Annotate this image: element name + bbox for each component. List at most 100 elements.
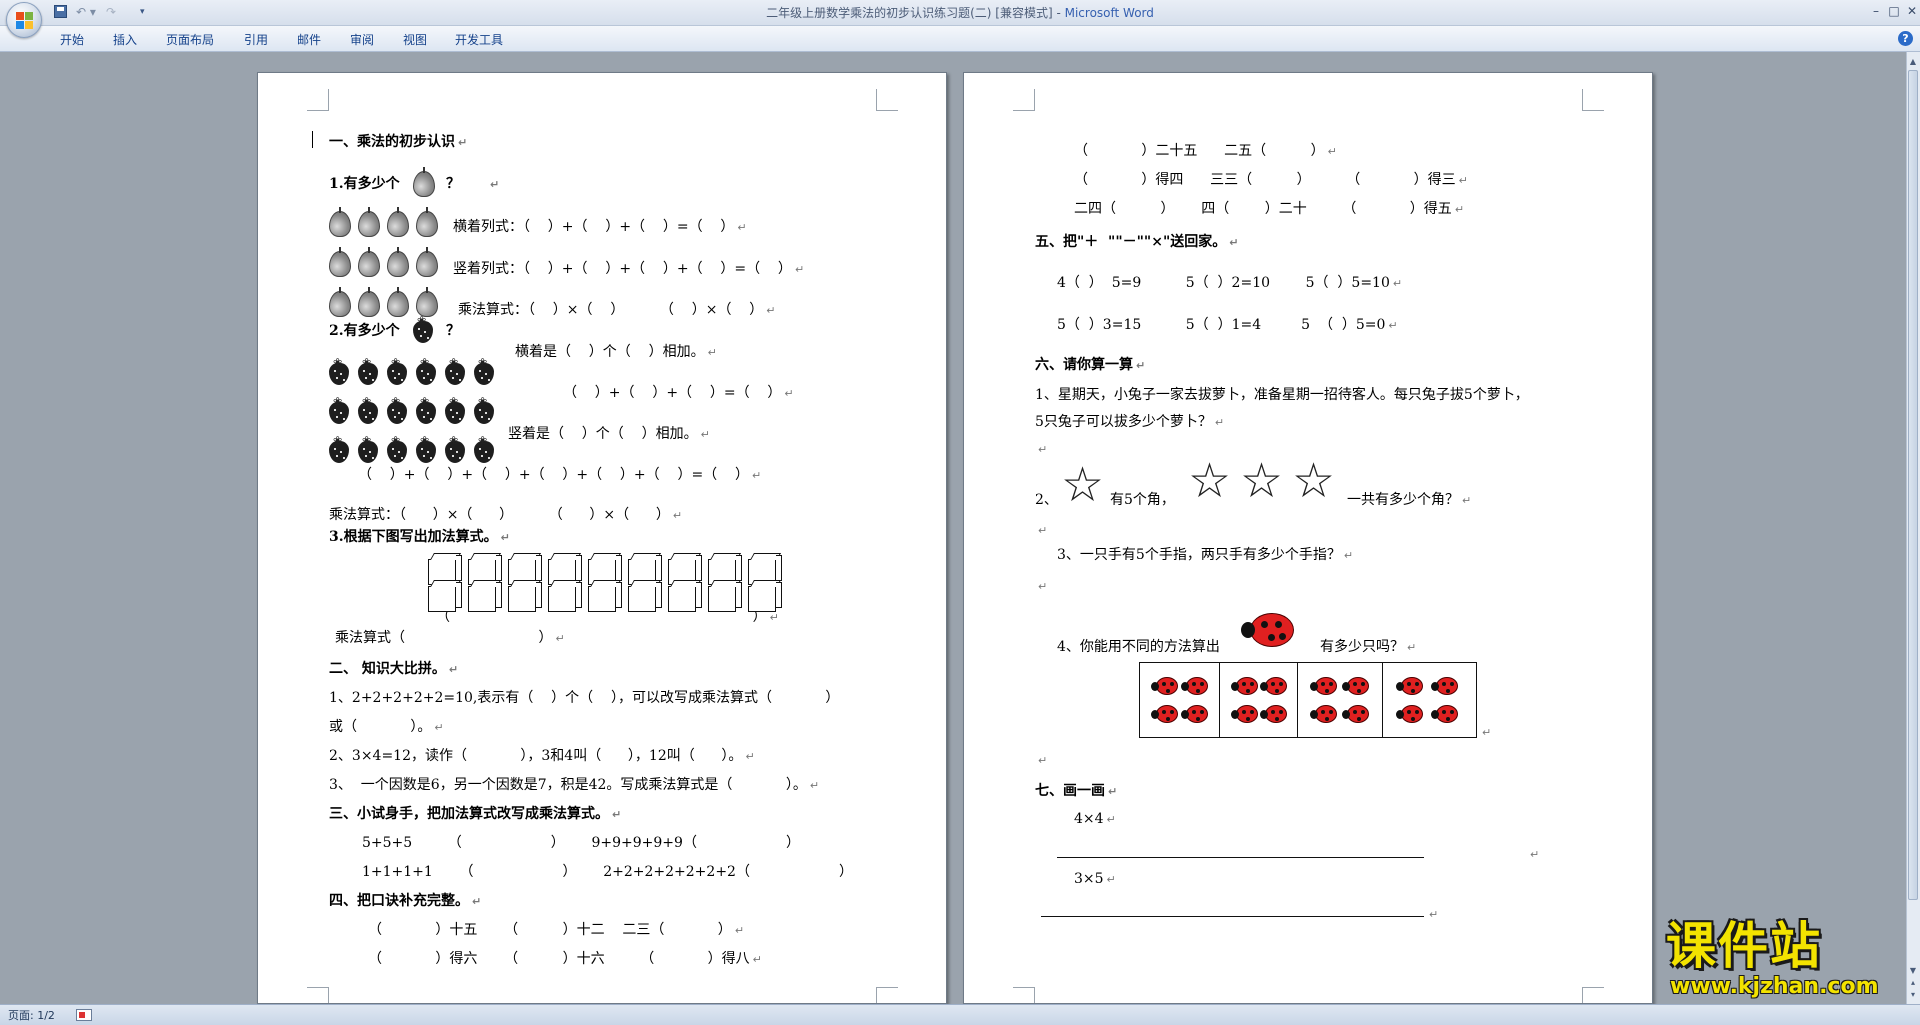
word-problem: 有多少只吗？ ↵ — [1320, 639, 1417, 655]
cube-stack — [548, 555, 582, 613]
cube-icon — [708, 582, 742, 612]
cube-stack — [668, 555, 702, 613]
office-logo-icon — [16, 12, 34, 30]
scroll-up-icon[interactable]: ▲ — [1907, 56, 1919, 68]
minimize-button[interactable]: – — [1866, 3, 1886, 19]
close-button[interactable]: ✕ — [1902, 3, 1920, 19]
pear-icon — [358, 287, 380, 317]
status-bar: 页面: 1/2 — [0, 1004, 1920, 1025]
answer-line — [1057, 857, 1424, 858]
section-heading: 六、请你算一算 ↵ — [1035, 357, 1146, 373]
help-icon[interactable]: ? — [1898, 31, 1913, 46]
pear-icon — [387, 287, 409, 317]
margin-mark — [876, 987, 898, 1003]
ladybug-cell — [1220, 663, 1298, 737]
section-heading: 一、乘法的初步认识 ↵ — [329, 134, 468, 150]
scroll-down-icon[interactable]: ▼ — [1907, 965, 1919, 977]
word-problem: 5只兔子可以拔多少个萝卜？ ↵ — [1035, 414, 1225, 430]
cube-stack — [628, 555, 662, 613]
operator-question: 5（ ）3=15 5（ ）1=4 5 （ ）5=0 ↵ — [1057, 317, 1398, 333]
multiplication-expression: 乘法算式：（ ）×（ ） （ ）×（ ） ↵ — [329, 507, 683, 523]
document-page-2[interactable]: （ ）二十五 二五（ ） ↵ （ ）得四 三三（ ） （ ）得三 ↵ 二四（ ） 四… — [963, 72, 1653, 1004]
empty-paragraph: ↵ — [1038, 754, 1048, 767]
cube-stack — [508, 555, 542, 613]
ladybug-cell — [1383, 663, 1475, 737]
strawberry-icon — [445, 356, 465, 385]
margin-mark — [1582, 987, 1604, 1003]
pear-icon — [416, 287, 438, 317]
strawberry-icon — [329, 356, 349, 385]
word-problem: 2、 — [1035, 492, 1058, 508]
vertical-sum: （ ）+（ ）+（ ）+（ ）+（ ）+（ ）=（ ） ↵ — [358, 467, 762, 483]
tab-references[interactable]: 引用 — [244, 30, 268, 50]
word-problem: 3、一只手有5个手指，两只手有多少个手指？ ↵ — [1057, 547, 1354, 563]
word-problem: 一共有多少个角？ ↵ — [1347, 492, 1472, 508]
cube-icon — [508, 582, 542, 612]
question-line: 2、3×4=12，读作（ ），3和4叫（ ），12叫（ ）。 ↵ — [329, 748, 755, 764]
word-problem: 有5个角， — [1110, 492, 1175, 508]
strawberry-icon — [387, 356, 407, 385]
horizontal-sum: （ ）+（ ）+（ ）=（ ） ↵ — [563, 385, 794, 401]
table-end-mark: ↵ — [1482, 726, 1492, 739]
strawberry-icon — [329, 395, 349, 424]
cube-icon — [588, 582, 622, 612]
tab-view[interactable]: 视图 — [403, 30, 427, 50]
empty-paragraph: ↵ — [1038, 524, 1048, 537]
tab-insert[interactable]: 插入 — [113, 30, 137, 50]
maximize-button[interactable]: □ — [1884, 3, 1904, 19]
ladybug-cell — [1298, 663, 1383, 737]
office-button[interactable] — [6, 2, 42, 38]
mnemonic-line: （ ）得四 三三（ ） （ ）得三 ↵ — [1074, 172, 1468, 188]
strawberry-icon — [387, 434, 407, 463]
ladybug-icon — [1241, 613, 1294, 647]
next-page-icon[interactable]: ▾ — [1907, 990, 1919, 1000]
tab-developer[interactable]: 开发工具 — [455, 30, 503, 50]
text-cursor — [312, 131, 313, 148]
cube-stack — [748, 555, 782, 613]
mnemonic-line: （ ）十五 （ ）十二 二三（ ） ↵ — [368, 922, 745, 938]
horizontal-expression: 横着列式：（ ）+（ ）+（ ）=（ ） ↵ — [453, 219, 747, 235]
strawberry-icon — [387, 395, 407, 424]
strawberry-icon — [358, 356, 378, 385]
ladybug-icon — [1260, 677, 1288, 695]
answer-line — [1041, 916, 1424, 917]
section-heading: 七、画一画 ↵ — [1035, 783, 1118, 799]
previous-page-icon[interactable]: ▴ — [1907, 978, 1919, 988]
tab-page-layout[interactable]: 页面布局 — [166, 30, 214, 50]
cube-stack — [708, 555, 742, 613]
cube-stack — [428, 555, 462, 613]
operator-question: 4（ ） 5=9 5（ ）2=10 5（ ）5=10 ↵ — [1057, 275, 1403, 291]
ladybug-icon — [1431, 705, 1459, 723]
watermark-logo: 课件站 www.kjzhan.com — [1666, 918, 1896, 1003]
question-line: 1+1+1+1 （ ） 2+2+2+2+2+2+2（ ） — [362, 864, 853, 880]
ladybug-icon — [1260, 705, 1288, 723]
tab-home[interactable]: 开始 — [60, 30, 84, 50]
pear-icon — [329, 207, 351, 237]
margin-mark — [1013, 987, 1035, 1003]
ladybug-icon — [1342, 705, 1370, 723]
tab-mailings[interactable]: 邮件 — [297, 30, 321, 50]
watermark-title: 课件站 — [1666, 917, 1822, 975]
ribbon-tabs: 开始 插入 页面布局 引用 邮件 审阅 视图 开发工具 ? — [0, 26, 1920, 52]
margin-mark — [876, 89, 898, 111]
section-heading: 二、 知识大比拼。 ↵ — [329, 661, 459, 677]
section-heading: 三、小试身手，把加法算式改写成乘法算式。 ↵ — [329, 806, 622, 822]
ladybug-icon — [1230, 677, 1258, 695]
ladybug-icon — [1342, 677, 1370, 695]
ladybug-cell — [1140, 663, 1220, 737]
empty-paragraph: ↵ — [1038, 443, 1048, 456]
empty-paragraph: ↵ — [1429, 908, 1439, 921]
scroll-thumb[interactable] — [1908, 70, 1918, 900]
ladybug-table — [1139, 662, 1477, 738]
cube-icon — [428, 582, 462, 612]
mnemonic-line: 二四（ ） 四（ ）二十 （ ）得五 ↵ — [1074, 201, 1465, 217]
proofing-icon[interactable] — [76, 1009, 92, 1021]
tab-review[interactable]: 审阅 — [350, 30, 374, 50]
horizontal-count: 横着是（ ）个（ ）相加。 ↵ — [515, 344, 717, 360]
title-bar: ↶ ▾ ↷ ▾ 二年级上册数学乘法的初步认识练习题(二) [兼容模式] - Mi… — [0, 0, 1920, 38]
margin-mark — [1013, 89, 1035, 111]
ladybug-icon — [1230, 705, 1258, 723]
pear-icon — [358, 247, 380, 277]
page-indicator[interactable]: 页面: 1/2 — [8, 1008, 55, 1023]
document-page-1[interactable]: 一、乘法的初步认识 ↵ 1.有多少个 ？ ↵ 横着列式：（ ）+（ ）+（ ）=（ … — [257, 72, 947, 1004]
